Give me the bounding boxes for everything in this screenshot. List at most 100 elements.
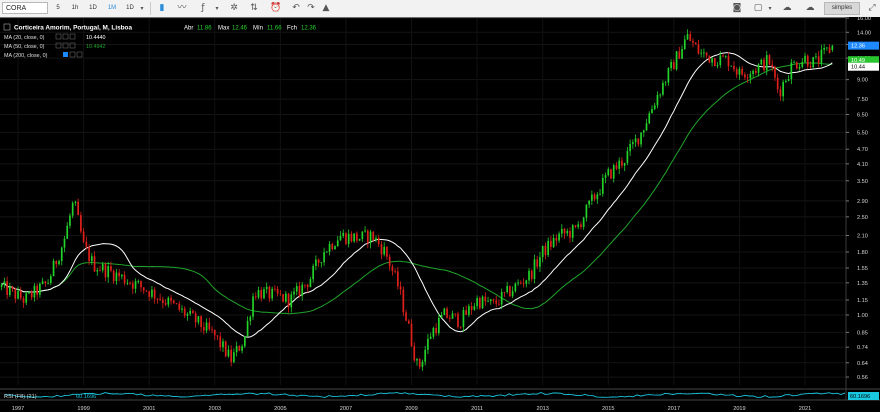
candle-body (536, 259, 539, 267)
rsi-value: 60.1696 (76, 394, 96, 400)
candle-body (831, 45, 834, 51)
candle-body (71, 202, 74, 216)
candle-body (645, 123, 648, 131)
candle-body (268, 286, 271, 299)
candle-body (793, 62, 795, 64)
candle-body (230, 349, 233, 363)
candle-body (279, 293, 282, 295)
grid (0, 17, 846, 385)
y-tick-label: 0.74 (857, 345, 868, 351)
candle-body (402, 289, 405, 313)
legend-ohlc: Mín (253, 26, 263, 32)
y-tick-label: 0.56 (857, 375, 868, 381)
candle-body (765, 55, 768, 71)
candle-body (683, 39, 686, 50)
candle-body (301, 284, 304, 296)
candle-body (151, 289, 153, 297)
candle-body (369, 231, 372, 244)
candle-body (774, 66, 776, 78)
x-tick-label: 2017 (668, 406, 680, 412)
candle-body (432, 327, 435, 337)
price-chart[interactable]: 16.0014.0012.5011.009.007.506.505.504.70… (0, 0, 880, 412)
candle-body (585, 204, 588, 218)
candle-body (713, 58, 716, 67)
candle-body (509, 286, 511, 297)
candle-body (506, 286, 509, 293)
y-tick-label: 7.50 (857, 97, 868, 103)
candle-body (757, 64, 760, 73)
legend-control-icon (62, 33, 69, 40)
candle-body (290, 294, 293, 308)
y-tick-label: 9.00 (857, 78, 868, 84)
candle-body (427, 338, 429, 350)
candle-body (134, 281, 137, 289)
candle-body (459, 326, 462, 328)
legend-ohlc: Max (218, 26, 229, 32)
candle-body (372, 231, 375, 240)
candle-body (265, 286, 268, 290)
candle-body (159, 298, 161, 300)
candle-body (637, 138, 640, 145)
candle-body (438, 317, 440, 334)
candle-body (569, 230, 571, 238)
candle-body (11, 286, 14, 289)
candle-body (440, 315, 443, 318)
legend-control-icon (69, 42, 76, 49)
candle-body (662, 82, 664, 95)
candle-body (828, 47, 831, 53)
ma20-value: 10.4440 (86, 35, 106, 41)
candle-body (47, 282, 49, 284)
candle-body (224, 341, 227, 357)
candle-body (566, 230, 569, 234)
price-tag-label: 12.36 (851, 44, 865, 50)
candle-body (591, 194, 593, 201)
chart-title: Corticeira Amorim, Portugal, M, Lisboa (14, 25, 132, 32)
candle-body (66, 225, 69, 239)
candle-body (126, 282, 129, 284)
x-tick-label: 1999 (77, 406, 89, 412)
candle-body (476, 298, 478, 307)
candle-body (366, 230, 369, 244)
candle-body (205, 322, 208, 331)
candle-body (194, 313, 197, 323)
candle-body (216, 335, 219, 337)
candle-body (410, 323, 413, 347)
candle-body (795, 62, 798, 69)
candle-body (642, 130, 645, 133)
candle-body (514, 283, 517, 292)
candle-body (500, 292, 503, 305)
candle-body (386, 246, 388, 257)
candle-body (162, 299, 164, 304)
candle-body (345, 232, 347, 244)
candle-body (716, 65, 719, 67)
candle-body (675, 51, 678, 70)
candle-body (33, 285, 36, 298)
candle-body (670, 62, 672, 69)
candle-body (88, 247, 90, 262)
candle-body (131, 283, 134, 289)
candle-body (295, 285, 298, 292)
x-tick-label: 2007 (340, 406, 352, 412)
candle-body (192, 310, 194, 314)
candle-body (768, 55, 771, 65)
x-tick-label: 2005 (274, 406, 286, 412)
candle-body (317, 259, 320, 263)
candle-body (528, 270, 530, 281)
candle-body (741, 68, 744, 75)
y-tick-label: 4.70 (857, 147, 868, 153)
time-axis[interactable]: 1997 1999 2001 2003 2005 2007 2009 2011 2013 2015… (12, 406, 811, 412)
rsi-pane[interactable]: RSI (F8) (21) 60.1696 60.1696 (0, 388, 880, 401)
x-tick-label: 2021 (799, 406, 811, 412)
candle-body (503, 292, 506, 293)
legend-ohlc: Fch (287, 26, 297, 32)
y-tick-label: 1.55 (857, 266, 868, 272)
candle-body (405, 312, 407, 321)
candle-body (110, 266, 112, 271)
candle-body (525, 280, 528, 284)
candle-body (282, 294, 284, 302)
candle-body (49, 276, 52, 283)
candle-body (181, 308, 183, 310)
candle-body (197, 316, 200, 323)
candle-body (555, 237, 558, 241)
price-axis[interactable]: 16.0014.0012.5011.009.007.506.505.504.70… (845, 16, 880, 412)
